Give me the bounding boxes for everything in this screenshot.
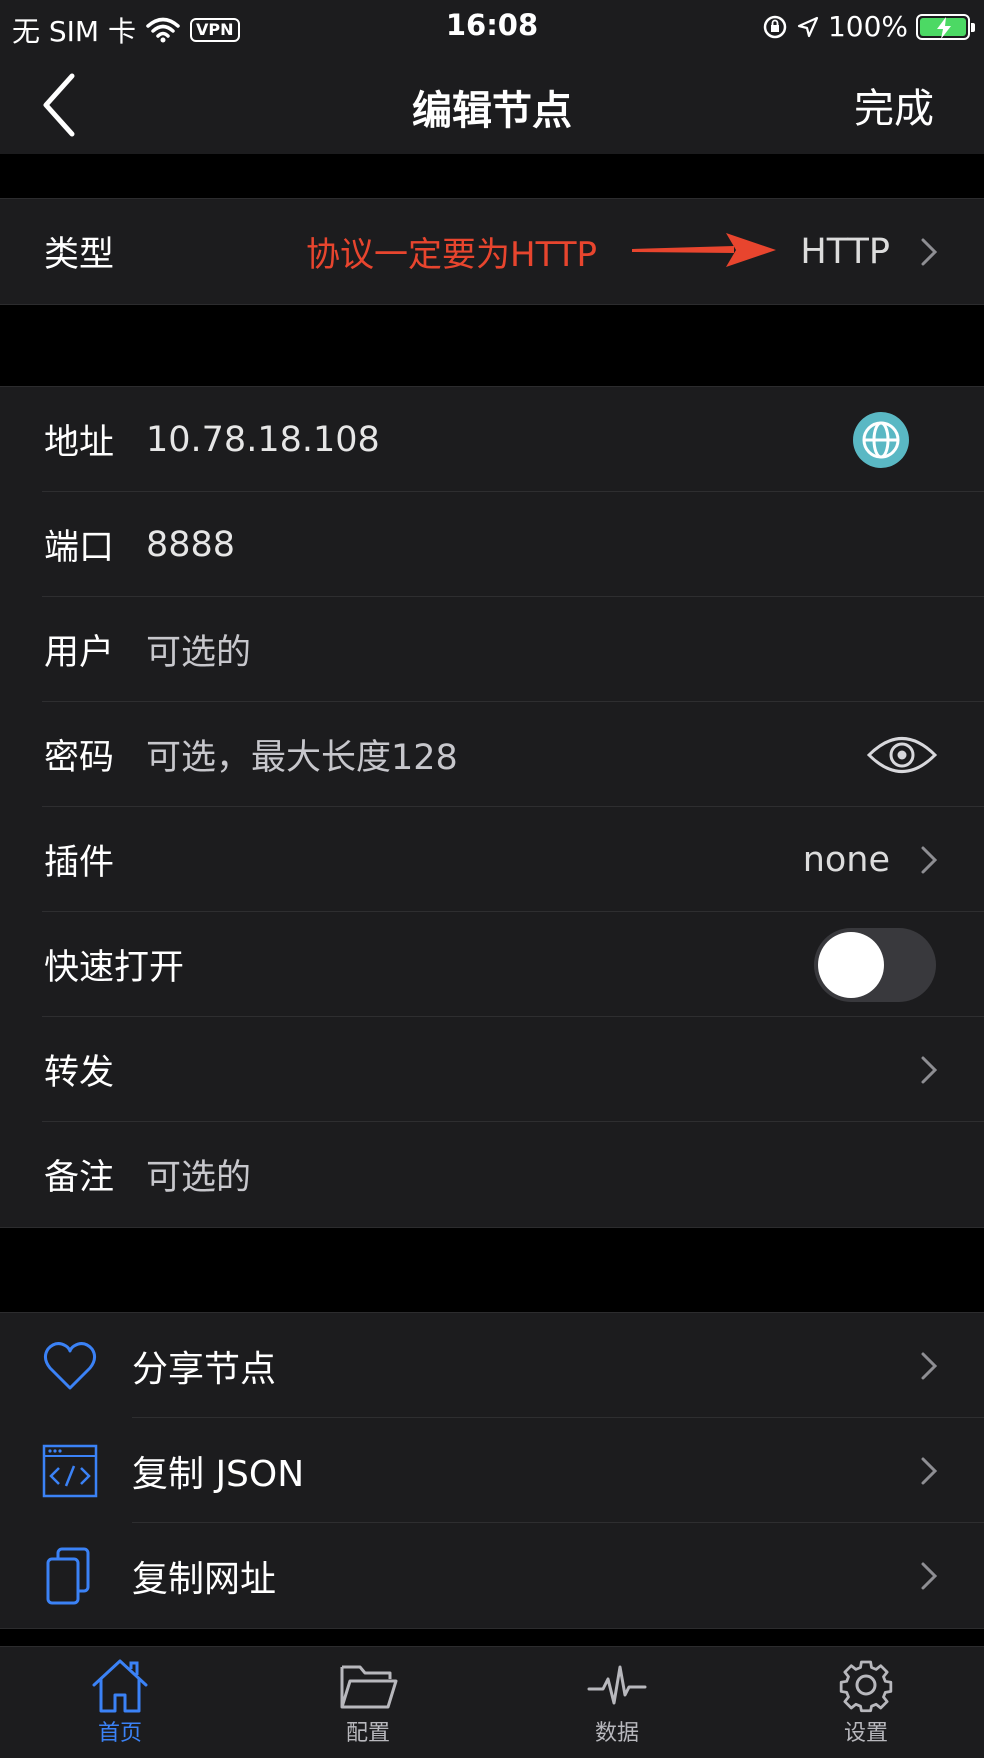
plugin-value: none [802,839,890,880]
plugin-label: 插件 [44,843,115,883]
chevron-right-icon [921,1352,938,1379]
chevron-right-icon [921,846,938,873]
tab-home-label: 首页 [97,1721,142,1746]
type-label: 类型 [44,235,115,275]
note-row: 备注 可选的 [0,1122,984,1227]
password-row: 密码 可选，最大长度128 [0,702,984,807]
tab-config[interactable]: 配置 [288,1657,448,1747]
navigation-bar: 编辑节点 完成 [0,52,984,154]
type-group: 类型 协议一定要为HTTP HTTP [0,198,984,305]
password-field[interactable]: 可选，最大长度128 [146,729,458,780]
forward-row[interactable]: 转发 [0,1017,984,1122]
globe-icon[interactable] [852,411,910,469]
status-right: 100% [762,10,975,43]
chevron-right-icon [921,238,938,265]
user-label: 用户 [44,633,115,673]
battery-icon [916,13,975,40]
share-node-label: 分享节点 [132,1348,277,1390]
fast-open-toggle[interactable] [814,927,936,1002]
actions-group: 分享节点 复制 JSON 复制网址 [0,1312,984,1629]
tab-bar: 首页 配置 数据 设置 [0,1646,984,1758]
copy-json-label: 复制 JSON [132,1453,305,1495]
chevron-right-icon [921,1457,938,1484]
battery-percent: 100% [827,10,908,43]
note-field[interactable]: 可选的 [146,1149,251,1200]
fields-group: 地址 10.78.18.108 端口 8888 用户 可选的 密码 可选，最大长… [0,386,984,1228]
fast-open-label: 快速打开 [44,948,185,988]
port-field[interactable]: 8888 [146,525,235,565]
forward-label: 转发 [44,1053,115,1093]
chevron-right-icon [921,1056,938,1083]
gear-icon [839,1660,893,1713]
toggle-knob [818,931,884,998]
copy-json-row[interactable]: 复制 JSON [0,1418,984,1523]
address-row: 地址 10.78.18.108 [0,387,984,492]
user-field[interactable]: 可选的 [146,624,251,675]
chevron-right-icon [921,1562,938,1589]
tab-data-label: 数据 [594,1721,639,1746]
folder-icon [340,1665,398,1709]
copy-icon [46,1547,90,1604]
eye-icon[interactable] [866,732,938,778]
user-row: 用户 可选的 [0,597,984,702]
note-label: 备注 [44,1158,115,1198]
annotation-text: 协议一定要为HTTP [306,235,598,275]
home-icon [92,1659,148,1713]
port-label: 端口 [44,528,115,568]
fast-open-row: 快速打开 [0,912,984,1017]
orientation-lock-icon [763,15,787,38]
status-bar: 无 SIM 卡 VPN 16:08 100% [0,0,984,52]
type-row[interactable]: 类型 协议一定要为HTTP HTTP [0,199,984,304]
annotation-arrow-icon [632,233,776,267]
tab-home[interactable]: 首页 [40,1657,200,1747]
tab-data[interactable]: 数据 [537,1657,697,1747]
location-icon [797,16,819,37]
share-node-row[interactable]: 分享节点 [0,1313,984,1418]
activity-icon [587,1665,647,1705]
plugin-row[interactable]: 插件 none [0,807,984,912]
tab-settings[interactable]: 设置 [786,1657,946,1747]
code-window-icon [42,1444,98,1497]
heart-icon [43,1341,97,1389]
password-label: 密码 [44,738,115,778]
tab-settings-label: 设置 [843,1721,888,1746]
type-value: HTTP [800,231,890,272]
address-label: 地址 [44,423,115,463]
copy-url-row[interactable]: 复制网址 [0,1523,984,1628]
port-row: 端口 8888 [0,492,984,597]
tab-config-label: 配置 [345,1721,390,1746]
done-button[interactable]: 完成 [854,76,934,134]
copy-url-label: 复制网址 [132,1558,277,1600]
address-field[interactable]: 10.78.18.108 [146,420,380,460]
page-title: 编辑节点 [412,88,572,134]
